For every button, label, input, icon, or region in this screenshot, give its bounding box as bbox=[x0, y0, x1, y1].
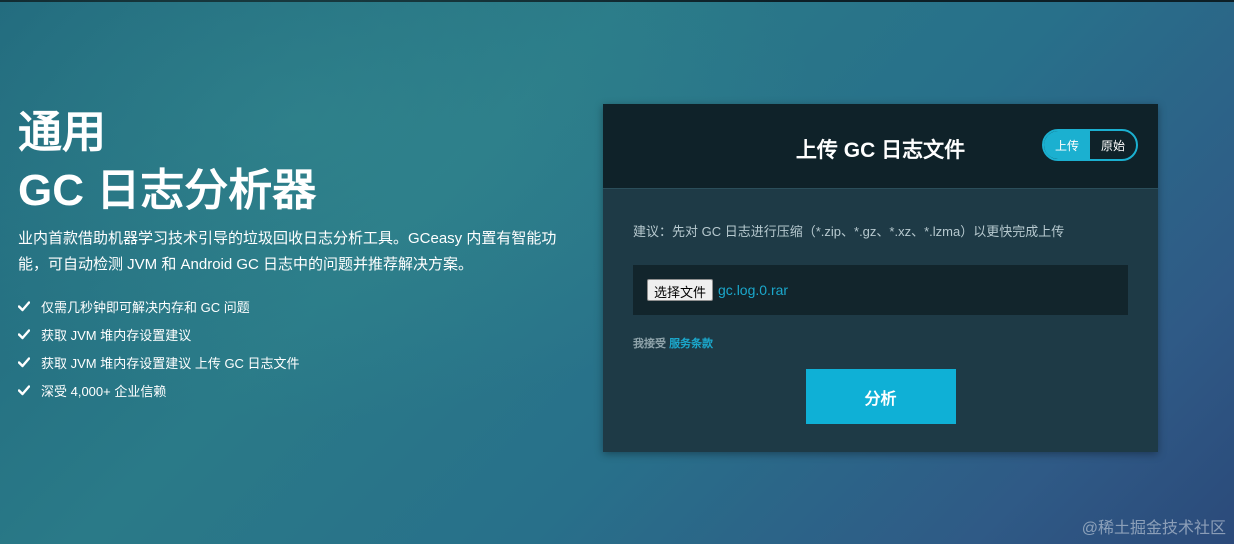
feature-text: 深受 4,000+ 企业信赖 bbox=[41, 383, 167, 399]
hero-description: 业内首款借助机器学习技术引导的垃圾回收日志分析工具。GCeasy 内置有智能功能… bbox=[18, 230, 557, 273]
feature-text: 仅需几秒钟即可解决内存和 GC 问题 bbox=[41, 299, 250, 315]
analyze-button[interactable]: 分析 bbox=[805, 369, 956, 424]
toggle-upload[interactable]: 上传 bbox=[1044, 131, 1090, 159]
feature-item: 获取 JVM 堆内存设置建议 bbox=[18, 320, 578, 348]
choose-file-button[interactable]: 选择文件 bbox=[647, 279, 714, 301]
upload-card: 上传 GC 日志文件 上传 原始 建议：先对 GC 日志进行压缩（*.zip、*… bbox=[603, 104, 1158, 452]
watermark: @稀土掘金技术社区 bbox=[1081, 520, 1226, 537]
hero-title: 通用 GC 日志分析器 bbox=[18, 104, 578, 220]
feature-item: 仅需几秒钟即可解决内存和 GC 问题 bbox=[18, 292, 578, 320]
check-icon bbox=[18, 329, 30, 340]
check-icon bbox=[18, 385, 30, 396]
toggle-raw[interactable]: 原始 bbox=[1090, 131, 1136, 159]
check-icon bbox=[18, 301, 30, 312]
hero-title-line-2: GC 日志分析器 bbox=[18, 166, 317, 215]
terms-agreement: 我接受 服务条款 bbox=[633, 335, 1128, 351]
feature-list: 仅需几秒钟即可解决内存和 GC 问题 获取 JVM 堆内存设置建议 获取 JVM… bbox=[18, 292, 578, 404]
hero-title-line-1: 通用 bbox=[18, 108, 106, 157]
feature-item: 深受 4,000+ 企业信赖 bbox=[18, 376, 578, 404]
upload-mode-toggle: 上传 原始 bbox=[1042, 129, 1138, 161]
file-picker: 选择文件 gc.log.0.rar bbox=[633, 265, 1128, 315]
terms-prefix: 我接受 bbox=[633, 338, 666, 350]
compression-hint: 建议：先对 GC 日志进行压缩（*.zip、*.gz、*.xz、*.lzma）以… bbox=[633, 224, 1065, 239]
upload-card-body: 建议：先对 GC 日志进行压缩（*.zip、*.gz、*.xz、*.lzma）以… bbox=[603, 189, 1158, 424]
feature-item: 获取 JVM 堆内存设置建议 上传 GC 日志文件 bbox=[18, 348, 578, 376]
feature-text: 获取 JVM 堆内存设置建议 bbox=[41, 327, 192, 343]
feature-text: 获取 JVM 堆内存设置建议 上传 GC 日志文件 bbox=[41, 355, 300, 371]
terms-of-service-link[interactable]: 服务条款 bbox=[669, 338, 713, 350]
hero-section: 通用 GC 日志分析器 业内首款借助机器学习技术引导的垃圾回收日志分析工具。GC… bbox=[18, 104, 578, 404]
upload-card-header: 上传 GC 日志文件 上传 原始 bbox=[603, 104, 1158, 189]
selected-file-name: gc.log.0.rar bbox=[718, 282, 789, 298]
check-icon bbox=[18, 357, 30, 368]
